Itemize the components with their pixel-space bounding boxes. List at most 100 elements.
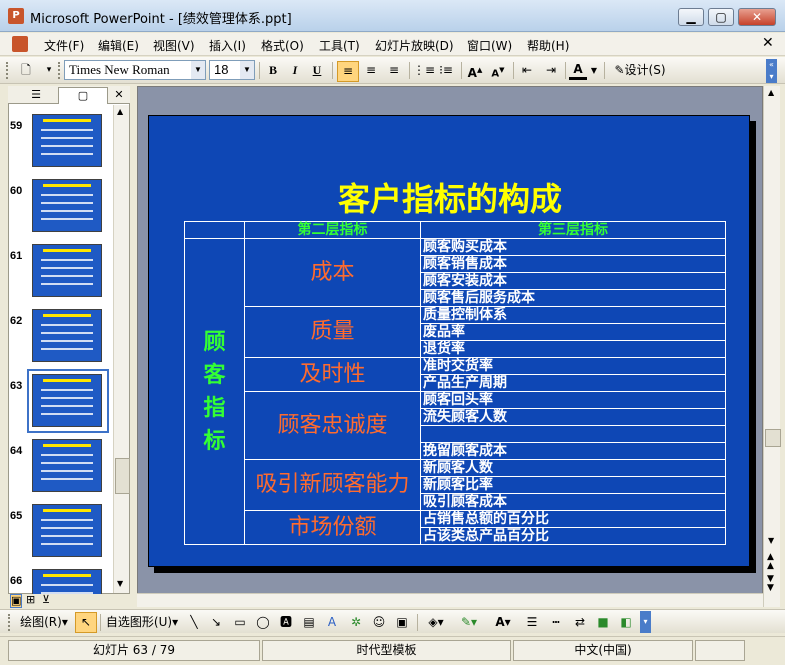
chevron-down-icon[interactable]: ▼ <box>589 61 599 80</box>
tab-outline-icon[interactable]: ☰ <box>18 87 54 103</box>
scroll-up-icon[interactable]: ▲ <box>117 107 123 116</box>
slide-thumbnail-item[interactable]: 59 <box>8 114 113 174</box>
bold-button[interactable]: B <box>264 61 282 80</box>
slide-thumbnail-item[interactable]: 64 <box>8 439 113 499</box>
menu-file[interactable]: 文件(F) <box>44 37 84 54</box>
table-header-cell: 第三层指标 <box>420 221 726 239</box>
scroll-down-icon[interactable]: ▼ <box>768 536 774 545</box>
slide-thumbnail-item[interactable]: 63 <box>8 369 113 434</box>
design-button[interactable]: ✎设计(S) <box>609 61 671 80</box>
rectangle-tool-icon[interactable]: ▭ <box>231 613 249 632</box>
table-row: 顾客忠诚度 顾客回头率 <box>185 391 726 460</box>
italic-button[interactable]: I <box>286 61 304 80</box>
scroll-up-icon[interactable]: ▲ <box>768 88 774 97</box>
maximize-button[interactable]: ▢ <box>708 8 734 26</box>
normal-view-icon[interactable]: ▣ <box>10 594 23 608</box>
minimize-button[interactable]: ▁ <box>678 8 704 26</box>
toolbar-grip[interactable] <box>6 62 11 79</box>
slide-thumbnail[interactable] <box>32 179 102 232</box>
slide-thumbnail[interactable] <box>32 244 102 297</box>
align-center-button[interactable]: ≡ <box>361 61 381 80</box>
slide-sorter-view-icon[interactable]: ⊞ <box>26 594 35 606</box>
select-objects-icon[interactable]: ↖ <box>75 612 97 633</box>
toolbar-grip[interactable] <box>58 62 63 79</box>
next-slide-icon[interactable]: ▼ ▼ <box>767 575 774 593</box>
slide-thumbnail-item[interactable]: 60 <box>8 179 113 239</box>
slide-thumbnail[interactable] <box>32 504 102 557</box>
menu-edit[interactable]: 编辑(E) <box>98 37 139 54</box>
shadow-style-icon[interactable]: ■ <box>593 613 613 632</box>
close-panel-icon[interactable]: ✕ <box>112 87 126 103</box>
current-slide[interactable]: 客户指标的构成 第二层指标 第三层指标顾客指标成本 顾客购买成本 顾客销售成本 顾客安装… <box>148 115 750 567</box>
toolbar-overflow-icon[interactable]: ▾ <box>640 611 651 633</box>
textbox-tool-icon[interactable]: 🅰 <box>277 613 295 632</box>
font-color-icon[interactable]: A <box>569 61 587 80</box>
chevron-down-icon[interactable]: ▼ <box>191 61 205 79</box>
font-size-combo[interactable]: 18 ▼ <box>209 60 255 80</box>
toolbar-options-icon[interactable]: ▾ <box>44 61 54 80</box>
slide-thumbnail-item[interactable]: 62 <box>8 309 113 369</box>
slide-thumbnail[interactable] <box>32 569 102 594</box>
slide-thumbnail[interactable] <box>32 309 102 362</box>
powerpoint-app-icon[interactable]: P <box>8 8 24 24</box>
horizontal-scrollbar[interactable] <box>137 593 763 607</box>
slide-thumbnail[interactable] <box>32 114 102 167</box>
menu-window[interactable]: 窗口(W) <box>467 37 512 54</box>
menu-insert[interactable]: 插入(I) <box>209 37 246 54</box>
menu-help[interactable]: 帮助(H) <box>527 37 569 54</box>
menu-format[interactable]: 格式(O) <box>261 37 304 54</box>
slideshow-view-icon[interactable]: ⊻ <box>42 594 50 606</box>
slide-thumbnail-item[interactable]: 61 <box>8 244 113 304</box>
slide-thumbnail[interactable] <box>32 439 102 492</box>
dash-style-icon[interactable]: ┅ <box>546 613 566 632</box>
menu-view[interactable]: 视图(V) <box>153 37 195 54</box>
vertical-scroll-thumb[interactable] <box>765 429 781 447</box>
decrease-font-icon[interactable]: A▼ <box>488 61 508 80</box>
numbering-button[interactable]: ⋮≡ <box>413 61 435 80</box>
diagram-icon[interactable]: ✲ <box>347 613 365 632</box>
decrease-indent-icon[interactable]: ⇤ <box>517 61 537 80</box>
chevron-down-icon[interactable]: ▼ <box>240 61 254 79</box>
align-left-button[interactable]: ≡ <box>337 61 359 82</box>
line-tool-icon[interactable]: ╲ <box>185 613 203 632</box>
menu-slideshow[interactable]: 幻灯片放映(D) <box>375 37 454 54</box>
arrow-style-icon[interactable]: ⇄ <box>570 613 590 632</box>
slide-thumbnail-item[interactable]: 66 <box>8 569 113 594</box>
oval-tool-icon[interactable]: ◯ <box>254 613 272 632</box>
panel-scrollbar[interactable]: ▲ ▼ <box>113 105 130 593</box>
line-style-icon[interactable]: ☰ <box>522 613 542 632</box>
autoshapes-button[interactable]: 自选图形(U)▾ <box>104 613 180 632</box>
increase-font-icon[interactable]: A▲ <box>465 61 485 80</box>
underline-button[interactable]: U <box>308 61 326 80</box>
arrow-tool-icon[interactable]: ↘ <box>207 613 225 632</box>
close-document-icon[interactable]: ✕ <box>762 35 774 51</box>
insert-picture-icon[interactable]: ▣ <box>393 613 411 632</box>
vertical-textbox-icon[interactable]: ▤ <box>300 613 318 632</box>
toolbar-overflow-icon[interactable]: «▾ <box>766 59 777 83</box>
close-window-button[interactable]: ✕ <box>738 8 776 26</box>
line-color-icon[interactable]: ✎▾ <box>455 613 483 632</box>
vertical-scrollbar[interactable]: ▲ ▼ ▲ ▲ ▼ ▼ <box>763 86 781 607</box>
slide-thumbnail[interactable] <box>32 374 102 427</box>
bullets-button[interactable]: ⁝≡ <box>436 61 456 80</box>
menu-tools[interactable]: 工具(T) <box>319 37 360 54</box>
new-document-icon[interactable]: 🗋 <box>16 61 36 80</box>
draw-menu-button[interactable]: 绘图(R)▾ <box>16 613 72 632</box>
document-icon[interactable] <box>12 36 28 52</box>
slide-title[interactable]: 客户指标的构成 <box>149 174 751 220</box>
panel-scroll-thumb[interactable] <box>115 458 130 494</box>
fill-color-icon[interactable]: ◈▾ <box>422 613 450 632</box>
font-name-combo[interactable]: Times New Roman ▼ <box>64 60 206 80</box>
wordart-icon[interactable]: A <box>323 613 341 632</box>
slide-thumbnail-item[interactable]: 65 <box>8 504 113 564</box>
scroll-down-icon[interactable]: ▼ <box>117 579 123 588</box>
tab-slides-icon[interactable]: ▢ <box>58 87 108 104</box>
indicator-table[interactable]: 第二层指标 第三层指标顾客指标成本 顾客购买成本 顾客销售成本 顾客安装成本 顾客售后服务… <box>184 221 726 545</box>
align-right-button[interactable]: ≡ <box>384 61 404 80</box>
clipart-icon[interactable]: ☺ <box>370 613 388 632</box>
previous-slide-icon[interactable]: ▲ ▲ <box>767 553 774 571</box>
toolbar-grip[interactable] <box>8 614 13 631</box>
font-color-icon[interactable]: A▾ <box>489 613 517 632</box>
increase-indent-icon[interactable]: ⇥ <box>541 61 561 80</box>
3d-style-icon[interactable]: ◧ <box>616 613 636 632</box>
